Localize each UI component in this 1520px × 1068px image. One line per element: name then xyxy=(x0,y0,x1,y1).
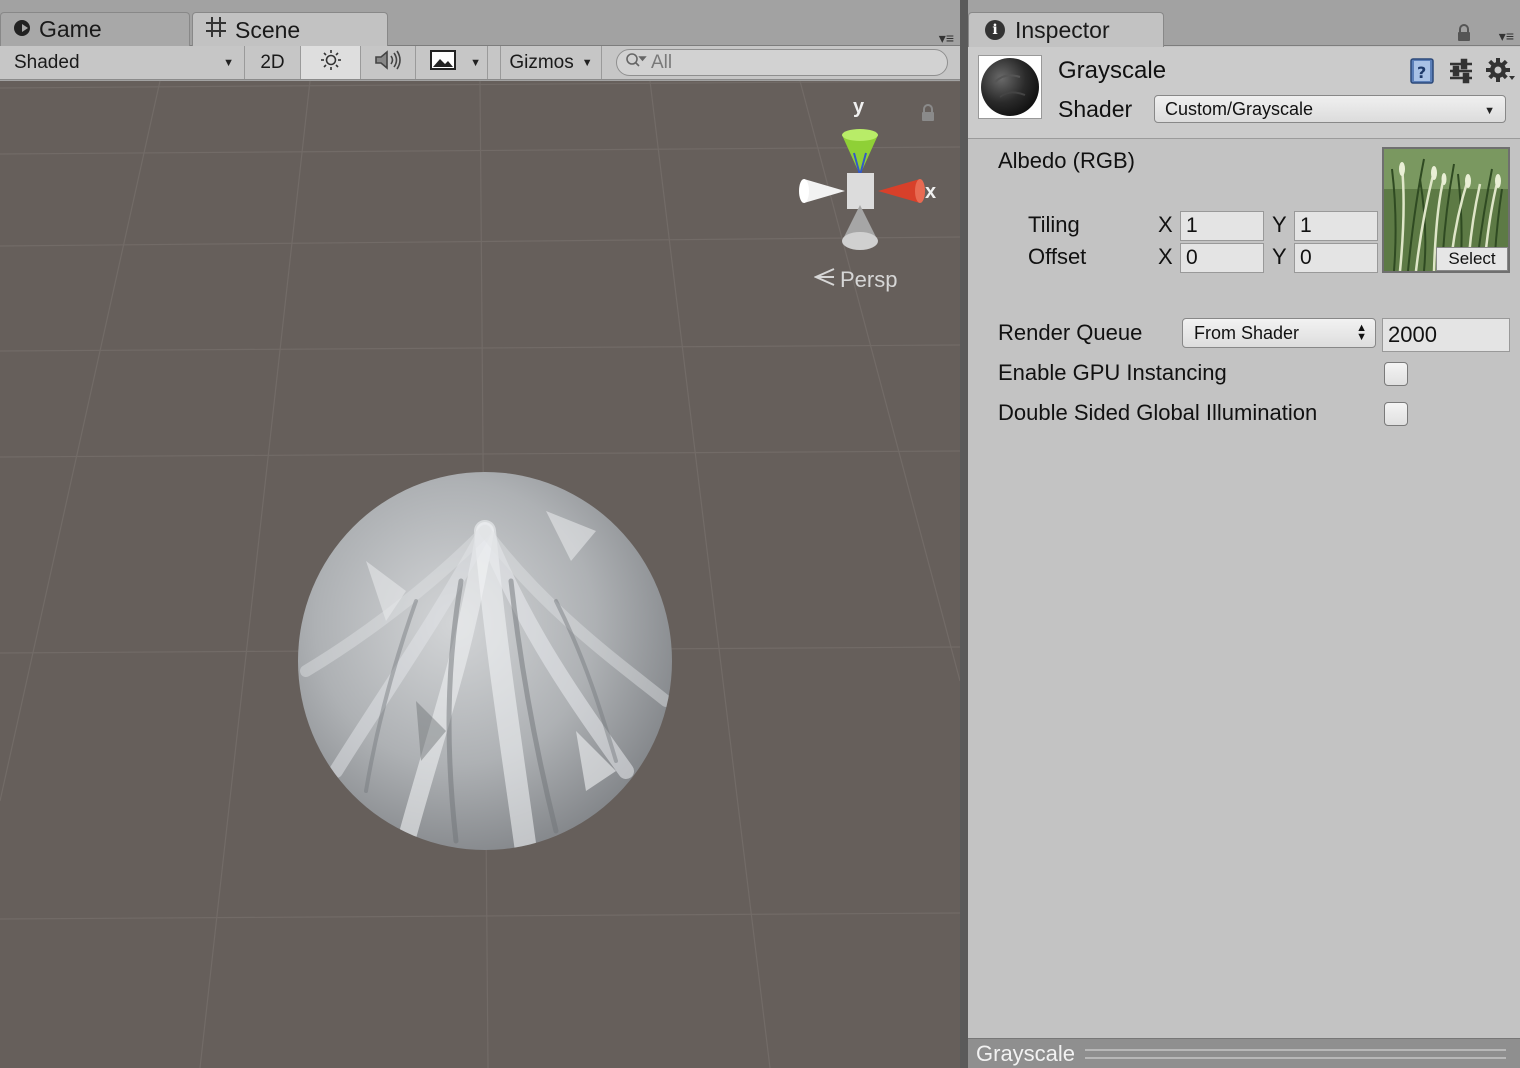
render-queue-value[interactable] xyxy=(1382,318,1510,352)
tiling-x-label: X xyxy=(1158,212,1173,237)
tiling-y-field[interactable] xyxy=(1294,211,1378,241)
scene-tabbar: Game Scene ▾≡ xyxy=(0,0,960,47)
sliders-icon[interactable] xyxy=(1448,58,1474,89)
shader-value: Custom/Grayscale xyxy=(1165,98,1314,119)
inspector-tabbar: i Inspector ▾≡ xyxy=(968,0,1520,47)
scene-grid-icon xyxy=(205,16,227,44)
axis-neg-x-cone[interactable] xyxy=(799,179,845,203)
sun-icon xyxy=(320,49,342,77)
tiling-label: Tiling xyxy=(1028,212,1080,237)
lighting-toggle[interactable] xyxy=(301,46,361,79)
axis-neg-y-cone[interactable] xyxy=(842,205,878,250)
chevron-down-icon: ▼ xyxy=(1484,105,1495,117)
image-effects-icon xyxy=(430,49,456,76)
scene-toolbar: Shaded ▼ 2D ▼ Gizmos ▼ xyxy=(0,46,960,80)
lock-icon[interactable] xyxy=(1456,24,1472,47)
tiling-y-label: Y xyxy=(1272,212,1287,237)
orientation-gizmo[interactable]: y x xyxy=(795,91,945,261)
scene-search[interactable] xyxy=(616,49,948,76)
texture-select-label: Select xyxy=(1448,249,1496,268)
albedo-label: Albedo (RGB) xyxy=(998,148,1135,173)
search-icon xyxy=(625,52,647,73)
gpu-instancing-checkbox[interactable] xyxy=(1384,362,1408,386)
offset-y-field[interactable] xyxy=(1294,243,1378,273)
offset-x-label: X xyxy=(1158,244,1173,269)
offset-x-field[interactable] xyxy=(1180,243,1264,273)
tab-menu-icon[interactable]: ▾≡ xyxy=(939,30,954,47)
audio-toggle[interactable] xyxy=(361,46,416,79)
tab-menu-icon[interactable]: ▾≡ xyxy=(1499,28,1514,45)
projection-toggle[interactable]: Persp xyxy=(813,267,898,293)
preview-title: Grayscale xyxy=(976,1040,1076,1066)
gizmos-dropdown[interactable]: Gizmos ▼ xyxy=(500,46,602,79)
texture-select-button[interactable]: Select xyxy=(1436,247,1508,271)
gizmos-label: Gizmos xyxy=(509,51,574,73)
albedo-texture-slot[interactable]: Select xyxy=(1382,147,1510,273)
preview-footer[interactable]: Grayscale xyxy=(968,1038,1520,1068)
render-queue-mode: From Shader xyxy=(1194,322,1300,343)
scene-panel: Game Scene ▾≡ Shaded ▼ 2D ▼ Gizmos ▼ All… xyxy=(0,0,960,1068)
header-icons: ? xyxy=(1408,57,1516,90)
persp-icon xyxy=(813,267,836,293)
gear-icon[interactable] xyxy=(1486,58,1516,89)
sphere-object[interactable] xyxy=(296,471,676,855)
shader-dropdown[interactable]: Custom/Grayscale ▼ xyxy=(1154,95,1506,123)
chevron-down-icon: ▼ xyxy=(581,56,593,69)
tab-scene[interactable]: Scene xyxy=(192,12,388,47)
tab-scene-label: Scene xyxy=(235,16,301,43)
audio-icon xyxy=(373,49,403,77)
mode-2d-button[interactable]: 2D xyxy=(245,46,301,79)
mode-2d-label: 2D xyxy=(260,51,285,73)
double-sided-gi-label: Double Sided Global Illumination xyxy=(998,400,1318,425)
material-name: Grayscale xyxy=(1058,57,1167,84)
updown-arrows-icon: ▲ ▼ xyxy=(1356,322,1367,343)
game-icon xyxy=(13,16,31,43)
double-sided-gi-checkbox[interactable] xyxy=(1384,402,1408,426)
shader-label: Shader xyxy=(1058,96,1133,122)
scene-viewport[interactable]: y x Persp xyxy=(0,81,960,1068)
tab-inspector[interactable]: i Inspector xyxy=(968,12,1164,47)
tab-inspector-label: Inspector xyxy=(1015,16,1110,43)
tiling-x-field[interactable] xyxy=(1180,211,1264,241)
render-queue-dropdown[interactable]: From Shader ▲ ▼ xyxy=(1182,318,1376,348)
projection-label: Persp xyxy=(840,267,898,292)
axis-y-cone[interactable] xyxy=(842,129,878,179)
svg-text:?: ? xyxy=(1417,63,1426,82)
info-icon: i xyxy=(985,20,1005,40)
gizmo-center-cube[interactable] xyxy=(847,173,874,209)
material-header: Grayscale ? Shader Custom/Grayscale ▼ xyxy=(968,47,1520,139)
chevron-down-icon: ▼ xyxy=(470,56,481,69)
help-book-icon[interactable]: ? xyxy=(1408,57,1436,90)
offset-label: Offset xyxy=(1028,244,1087,269)
render-queue-label: Render Queue xyxy=(998,320,1143,345)
material-preview xyxy=(978,55,1042,119)
gpu-instancing-label: Enable GPU Instancing xyxy=(998,360,1227,385)
draw-mode-dropdown[interactable]: Shaded ▼ xyxy=(0,46,245,79)
search-input[interactable] xyxy=(651,51,941,74)
axis-x-cone[interactable] xyxy=(878,179,925,203)
tab-game[interactable]: Game xyxy=(0,12,190,46)
resize-grip[interactable] xyxy=(1085,1048,1506,1059)
offset-y-label: Y xyxy=(1272,244,1287,269)
draw-mode-label: Shaded xyxy=(14,51,80,73)
axis-y-label: y xyxy=(853,96,865,118)
chevron-down-icon: ▼ xyxy=(223,56,234,69)
inspector-panel: i Inspector ▾≡ Grayscale ? Shader Custom… xyxy=(968,0,1520,1068)
image-effects-dropdown[interactable]: ▼ xyxy=(416,46,488,79)
tab-game-label: Game xyxy=(39,16,102,42)
panel-divider[interactable] xyxy=(960,0,968,1068)
axis-x-label: x xyxy=(925,181,936,203)
